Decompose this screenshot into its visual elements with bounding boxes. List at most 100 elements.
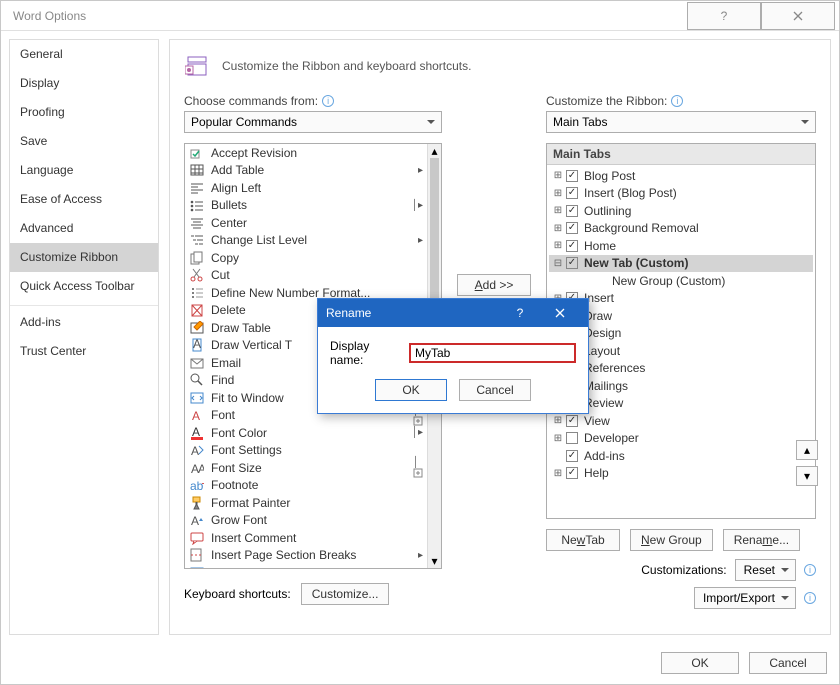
sidebar-item-customize-ribbon[interactable]: Customize Ribbon	[10, 243, 158, 272]
tree-item[interactable]: ⊞✓Insert (Blog Post)	[549, 185, 813, 203]
tree-checkbox[interactable]: ✓	[566, 450, 578, 462]
heading: Customize the Ribbon and keyboard shortc…	[184, 52, 816, 80]
sidebar-item-add-ins[interactable]: Add-ins	[10, 305, 158, 337]
sidebar-item-language[interactable]: Language	[10, 156, 158, 185]
help-button[interactable]: ?	[687, 2, 761, 30]
info-icon[interactable]: i	[804, 564, 816, 576]
tree-label: Outlining	[584, 204, 631, 218]
display-name-input[interactable]	[409, 343, 576, 363]
sidebar-item-trust-center[interactable]: Trust Center	[10, 337, 158, 366]
tree-checkbox[interactable]	[566, 432, 578, 444]
ribbon-tabs-dropdown[interactable]: Main Tabs	[546, 111, 816, 133]
rename-title: Rename	[326, 306, 500, 320]
rename-body: Display name: OK Cancel	[318, 327, 588, 413]
tree-label: View	[584, 414, 610, 428]
sidebar-item-proofing[interactable]: Proofing	[10, 98, 158, 127]
expand-icon[interactable]: ⊞	[553, 240, 563, 251]
tree-checkbox[interactable]: ✓	[566, 222, 578, 234]
expand-icon[interactable]: ⊞	[553, 223, 563, 234]
tree-item[interactable]: New Group (Custom)	[549, 272, 813, 290]
ok-button[interactable]: OK	[661, 652, 739, 674]
delete-icon	[189, 303, 205, 317]
ribbon-icon	[184, 52, 212, 80]
expand-icon[interactable]: ⊞	[553, 205, 563, 216]
info-icon[interactable]: i	[804, 592, 816, 604]
command-item[interactable]: Align Left	[185, 179, 427, 197]
command-item[interactable]: ab1Footnote	[185, 477, 427, 495]
expand-icon[interactable]: ⊞	[553, 188, 563, 199]
move-down-button[interactable]: ▾	[796, 466, 818, 486]
rename-ok-button[interactable]: OK	[375, 379, 447, 401]
reorder-buttons: ▴ ▾	[796, 440, 818, 486]
close-button[interactable]	[761, 2, 835, 30]
info-icon[interactable]: i	[322, 95, 334, 107]
command-item[interactable]: Change List Level▸	[185, 232, 427, 250]
rename-cancel-button[interactable]: Cancel	[459, 379, 531, 401]
sidebar-item-general[interactable]: General	[10, 40, 158, 69]
cut-icon	[189, 268, 205, 282]
reset-dropdown[interactable]: Reset	[735, 559, 796, 581]
command-item[interactable]: AFont Settings	[185, 442, 427, 460]
add-button[interactable]: Add >>	[457, 274, 531, 296]
tree-label: Review	[584, 396, 623, 410]
command-item[interactable]: AFont Color│▸	[185, 424, 427, 442]
tree-item[interactable]: ⊞✓Help	[549, 465, 813, 483]
cancel-button[interactable]: Cancel	[749, 652, 827, 674]
rename-close-button[interactable]	[540, 299, 580, 327]
expand-icon[interactable]: ⊞	[553, 433, 563, 444]
tree-checkbox[interactable]: ✓	[566, 205, 578, 217]
tree-item[interactable]: ⊟✓New Tab (Custom)	[549, 255, 813, 273]
new-tab-button[interactable]: New Tab	[546, 529, 620, 551]
expand-icon[interactable]: ⊟	[553, 258, 563, 269]
listlevel-icon	[189, 233, 205, 247]
sidebar-item-save[interactable]: Save	[10, 127, 158, 156]
command-item[interactable]: AGrow Font	[185, 512, 427, 530]
command-item[interactable]: Format Painter	[185, 494, 427, 512]
tree-checkbox[interactable]: ✓	[566, 170, 578, 182]
command-item[interactable]: Add Table▸	[185, 162, 427, 180]
sidebar-item-advanced[interactable]: Advanced	[10, 214, 158, 243]
comment-icon	[189, 531, 205, 545]
scroll-down-button[interactable]: ▾	[428, 554, 441, 568]
expand-icon[interactable]: ⊞	[553, 415, 563, 426]
tree-label: Blog Post	[584, 169, 635, 183]
drawvtext-icon: A	[189, 338, 205, 352]
sidebar-item-ease-of-access[interactable]: Ease of Access	[10, 185, 158, 214]
scroll-up-button[interactable]: ▴	[428, 144, 441, 158]
info-icon[interactable]: i	[671, 95, 683, 107]
command-item[interactable]: Cut	[185, 267, 427, 285]
tree-item[interactable]: ⊞✓ Outlining	[549, 202, 813, 220]
sidebar-item-display[interactable]: Display	[10, 69, 158, 98]
command-item[interactable]: Bullets│▸	[185, 197, 427, 215]
command-item[interactable]: Insert Page Section Breaks▸	[185, 547, 427, 565]
expand-icon[interactable]: ⊞	[553, 468, 563, 479]
tree-checkbox[interactable]: ✓	[566, 257, 578, 269]
tree-item[interactable]: ⊞✓ View	[549, 412, 813, 430]
customize-shortcuts-button[interactable]: Customize...	[301, 583, 390, 605]
rename-help-button[interactable]: ?	[500, 299, 540, 327]
tree-item[interactable]: ⊞Developer	[549, 430, 813, 448]
import-export-dropdown[interactable]: Import/Export	[694, 587, 796, 609]
tree-item[interactable]: ⊞✓ Blog Post	[549, 167, 813, 185]
command-item[interactable]: Center	[185, 214, 427, 232]
command-item[interactable]: Insert Comment	[185, 529, 427, 547]
expand-icon[interactable]: ⊞	[553, 170, 563, 181]
tree-checkbox[interactable]: ✓	[566, 415, 578, 427]
commands-from-dropdown[interactable]: Popular Commands	[184, 111, 442, 133]
command-item[interactable]: AAFont Size│	[185, 459, 427, 477]
command-item[interactable]: Insert Picture	[185, 564, 427, 568]
tree-header: Main Tabs	[547, 144, 815, 165]
tree-item[interactable]: ✓Add-ins	[549, 447, 813, 465]
fit-icon	[189, 391, 205, 405]
tree-item[interactable]: ⊞✓Home	[549, 237, 813, 255]
move-up-button[interactable]: ▴	[796, 440, 818, 460]
command-item[interactable]: Copy	[185, 249, 427, 267]
tree-checkbox[interactable]: ✓	[566, 240, 578, 252]
tree-checkbox[interactable]: ✓	[566, 187, 578, 199]
sidebar-item-quick-access-toolbar[interactable]: Quick Access Toolbar	[10, 272, 158, 301]
command-item[interactable]: Accept Revision	[185, 144, 427, 162]
tree-item[interactable]: ⊞✓Background Removal	[549, 220, 813, 238]
rename-button[interactable]: Rename...	[723, 529, 800, 551]
new-group-button[interactable]: New Group	[630, 529, 713, 551]
tree-checkbox[interactable]: ✓	[566, 467, 578, 479]
